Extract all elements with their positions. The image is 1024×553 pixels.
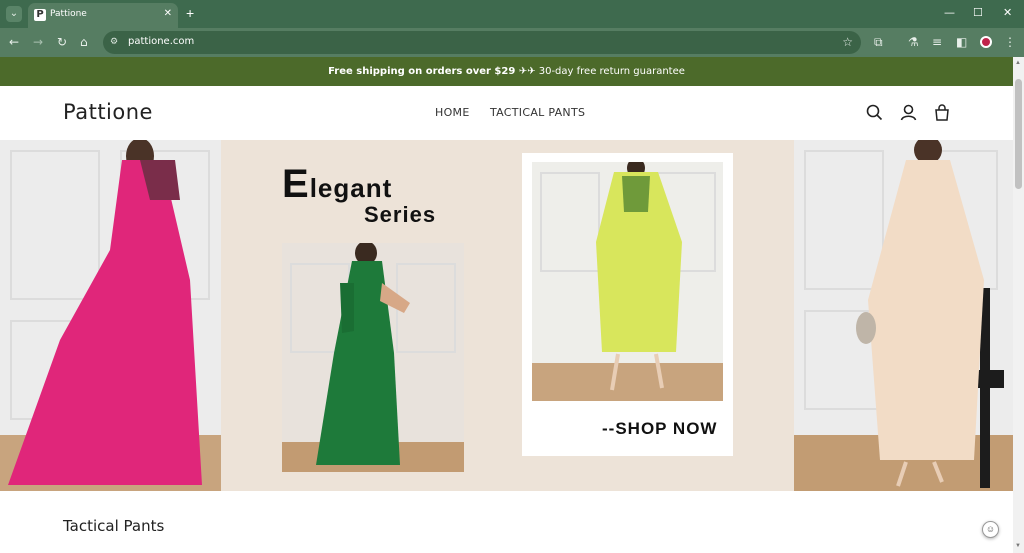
account-icon[interactable]: [900, 104, 917, 121]
kebab-menu-icon[interactable]: ⋮: [1004, 35, 1016, 49]
reload-icon[interactable]: ↻: [57, 35, 67, 49]
hero-subheadline: Series: [364, 202, 437, 227]
minimize-icon[interactable]: —: [944, 7, 955, 19]
hero-photo-pink-dress: [0, 140, 221, 491]
cast-icon[interactable]: ≡: [932, 35, 942, 49]
tab-strip: ⌄ P Pattione ✕ + — ☐ ✕: [0, 0, 1024, 28]
hero-photo-cream-dress: [794, 140, 1013, 491]
tab-title: Pattione: [50, 9, 87, 19]
favicon-icon: P: [34, 9, 46, 21]
hero-photo-green-dress: [282, 243, 464, 472]
window-close-icon[interactable]: ✕: [1003, 7, 1012, 19]
hero-photo-yellow-dress: [532, 162, 723, 401]
labs-icon[interactable]: ⚗: [908, 35, 919, 49]
close-icon[interactable]: ✕: [164, 8, 172, 20]
scrollbar-thumb[interactable]: [1015, 79, 1022, 189]
site-header: Pattione HOME TACTICAL PANTS: [0, 86, 1013, 140]
url-text[interactable]: pattione.com: [128, 36, 194, 47]
address-bar[interactable]: ⚙ pattione.com ☆: [103, 31, 861, 54]
tab-search-icon[interactable]: ⌄: [6, 6, 22, 22]
extensions-icon[interactable]: ⧉: [874, 35, 883, 49]
star-icon[interactable]: ☆: [842, 34, 853, 50]
announcement-bold: Free shipping on orders over $29 ✈✈: [328, 66, 536, 77]
browser-toolbar: ← → ↻ ⌂ ⚙ pattione.com ☆ ⧉ ⚗ ≡ ◧ ⋮: [0, 28, 1024, 57]
announcement-bar: Free shipping on orders over $29 ✈✈ 30-d…: [0, 57, 1013, 86]
scroll-down-icon[interactable]: ▼: [1015, 543, 1021, 549]
profile-icon[interactable]: [980, 36, 992, 48]
page-scrollbar[interactable]: ▲ ▼: [1013, 57, 1024, 553]
browser-chrome: ⌄ P Pattione ✕ + — ☐ ✕ ← → ↻ ⌂ ⚙ pattion…: [0, 0, 1024, 57]
plus-icon[interactable]: +: [186, 6, 194, 20]
cart-icon[interactable]: [934, 104, 950, 121]
hero-banner[interactable]: Elegant Series --SHOP NOW: [0, 140, 1013, 491]
home-icon[interactable]: ⌂: [80, 35, 88, 49]
nav-tactical-pants[interactable]: TACTICAL PANTS: [490, 106, 585, 119]
shop-now-card[interactable]: --SHOP NOW: [522, 153, 733, 456]
search-icon[interactable]: [866, 104, 883, 121]
shop-now-label[interactable]: --SHOP NOW: [602, 419, 717, 439]
browser-tab[interactable]: P Pattione ✕: [28, 3, 178, 28]
announcement-rest: 30-day free return guarantee: [535, 66, 685, 77]
nav-home[interactable]: HOME: [435, 106, 470, 119]
sidebar-icon[interactable]: ◧: [956, 35, 967, 49]
forward-icon[interactable]: →: [33, 35, 43, 49]
site-logo[interactable]: Pattione: [63, 100, 153, 124]
hero-headline: Elegant: [282, 162, 393, 206]
site-info-icon[interactable]: ⚙: [110, 36, 118, 48]
chat-support-icon[interactable]: ☺: [982, 521, 999, 538]
scroll-up-icon[interactable]: ▲: [1015, 60, 1021, 66]
section-title: Tactical Pants: [63, 517, 165, 535]
back-icon[interactable]: ←: [9, 35, 19, 49]
maximize-icon[interactable]: ☐: [973, 7, 983, 19]
